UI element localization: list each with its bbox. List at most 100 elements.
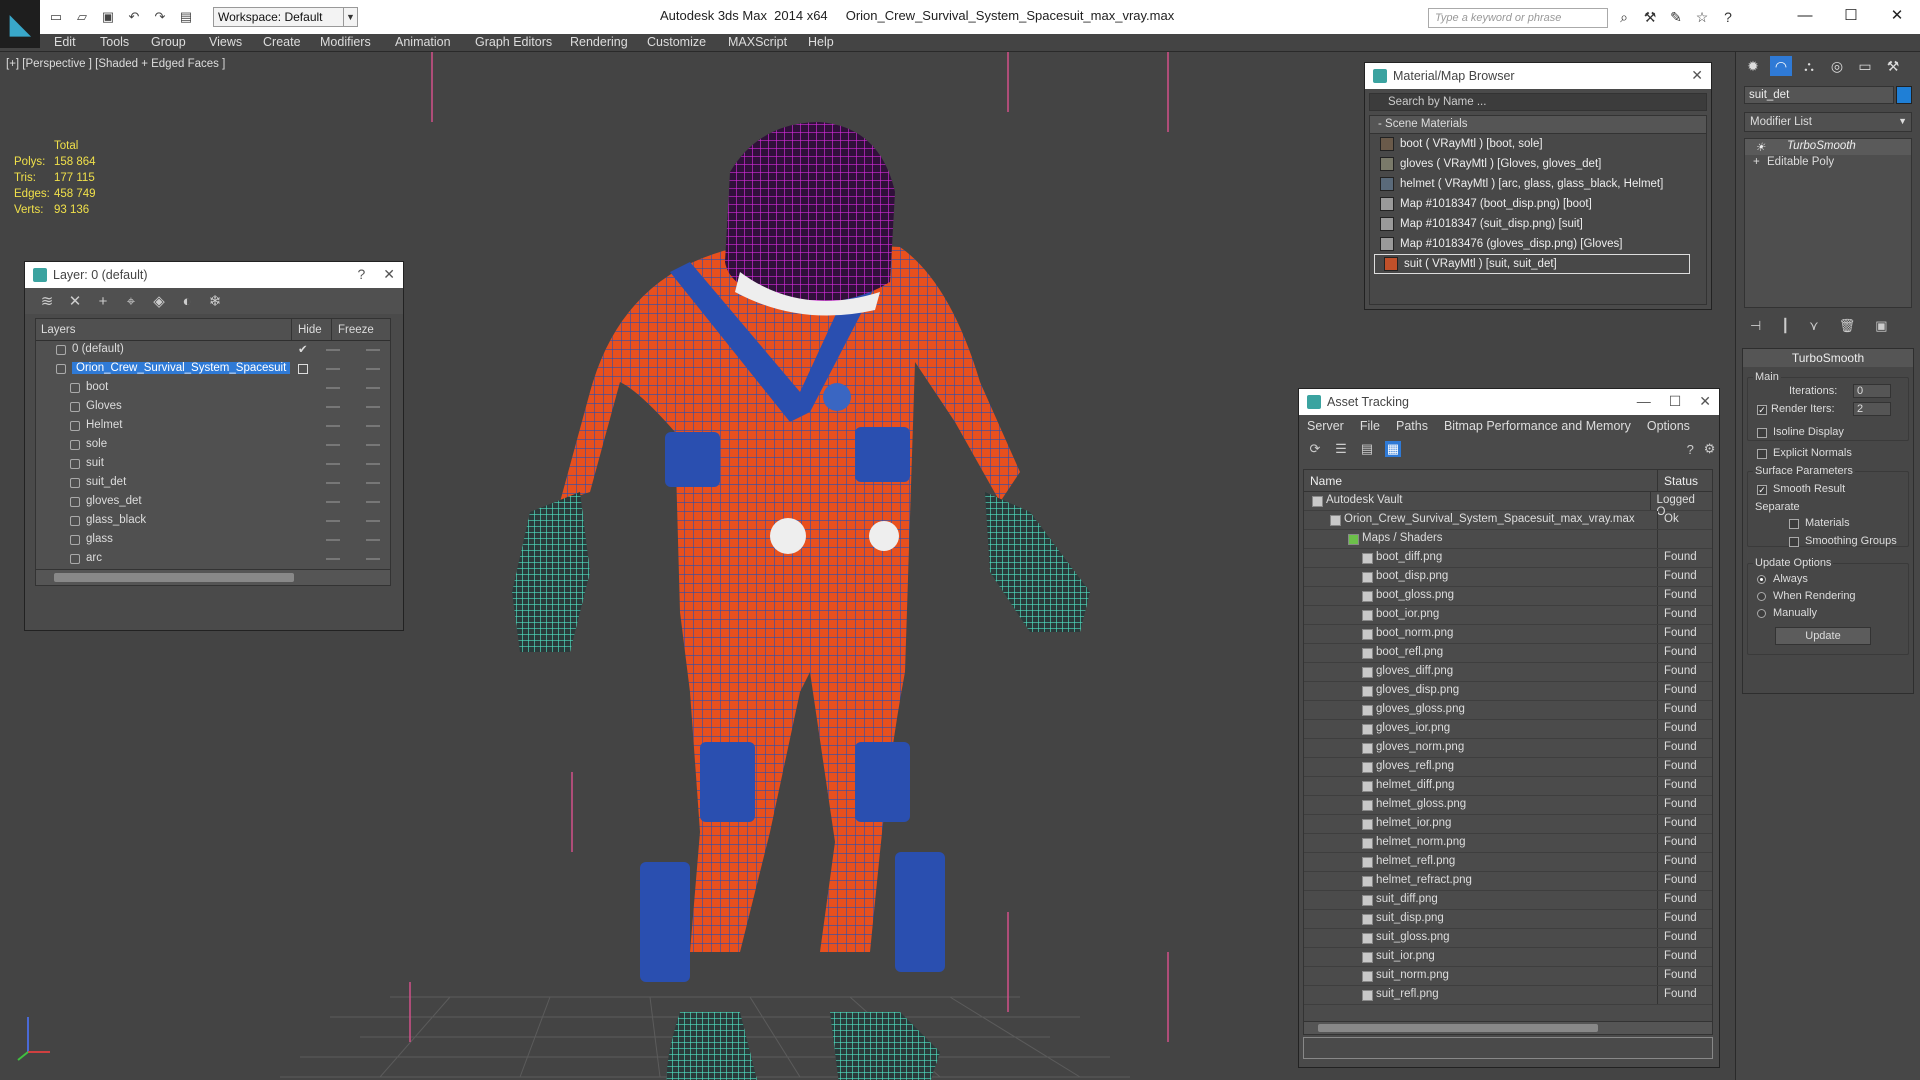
freeze-toggle[interactable]	[366, 406, 380, 408]
freeze-toggle[interactable]	[366, 482, 380, 484]
modifier-list-dropdown[interactable]: Modifier List ▼	[1744, 112, 1912, 132]
list-view-icon[interactable]: ☰	[1333, 441, 1349, 457]
subscription-icon[interactable]: ⚒	[1641, 8, 1659, 26]
hide-toggle[interactable]	[326, 539, 340, 541]
asset-row[interactable]: Maps / Shaders	[1304, 530, 1712, 549]
asset-row[interactable]: Autodesk Vault Logged O	[1304, 492, 1712, 518]
table-view-icon[interactable]: ▦	[1385, 441, 1401, 457]
manually-radio[interactable]	[1757, 609, 1766, 618]
layer-row[interactable]: sole	[36, 436, 390, 455]
material-item[interactable]: boot ( VRayMtl ) [boot, sole]	[1370, 134, 1706, 154]
close-icon[interactable]: ✕	[383, 266, 395, 283]
minimize-icon[interactable]: —	[1637, 393, 1651, 410]
hide-toggle[interactable]	[326, 387, 340, 389]
asset-row[interactable]: helmet_ior.png Found	[1304, 815, 1712, 834]
menu-graph-editors[interactable]: Graph Editors	[475, 35, 552, 49]
freeze-toggle[interactable]	[366, 539, 380, 541]
freeze-toggle[interactable]	[366, 368, 380, 370]
hide-toggle[interactable]	[326, 349, 340, 351]
layer-panel-titlebar[interactable]: Layer: 0 (default) ? ✕	[25, 262, 403, 288]
binoculars-icon[interactable]: ⌕	[1615, 8, 1633, 26]
freeze-toggle[interactable]	[366, 349, 380, 351]
freeze-toggle[interactable]	[366, 501, 380, 503]
hide-toggle[interactable]	[326, 482, 340, 484]
iterations-spinner[interactable]: 0	[1853, 384, 1891, 398]
asset-row[interactable]: suit_disp.png Found	[1304, 910, 1712, 929]
viewport-label[interactable]: [+] [Perspective ] [Shaded + Edged Faces…	[6, 58, 225, 70]
pin-stack-icon[interactable]: ⊣	[1750, 318, 1761, 334]
col-status[interactable]: Status	[1658, 470, 1704, 491]
help-icon[interactable]: ?	[1687, 441, 1694, 457]
help-icon[interactable]: ?	[1719, 8, 1737, 26]
asset-tracking-titlebar[interactable]: Asset Tracking — ☐ ✕	[1299, 389, 1719, 415]
hide-all-icon[interactable]: ◐	[179, 293, 195, 310]
asset-row[interactable]: boot_norm.png Found	[1304, 625, 1712, 644]
show-end-result-icon[interactable]: ┃	[1781, 318, 1789, 334]
asset-row[interactable]: gloves_gloss.png Found	[1304, 701, 1712, 720]
menu-file[interactable]: File	[1360, 419, 1380, 433]
refresh-icon[interactable]: ⟳	[1307, 441, 1323, 457]
hide-toggle[interactable]	[326, 463, 340, 465]
layer-row[interactable]: suit_det	[36, 474, 390, 493]
create-tab-icon[interactable]: ✹	[1742, 56, 1764, 76]
current-layer-checkbox[interactable]	[298, 364, 308, 374]
col-freeze[interactable]: Freeze	[332, 324, 374, 336]
layer-row[interactable]: gloves_det	[36, 493, 390, 512]
chevron-down-icon[interactable]: ▼	[343, 7, 357, 27]
maximize-icon[interactable]: ☐	[1669, 393, 1682, 410]
hierarchy-tab-icon[interactable]: ⛬	[1798, 56, 1820, 76]
layer-row[interactable]: suit	[36, 455, 390, 474]
hide-toggle[interactable]	[326, 444, 340, 446]
col-name[interactable]: Name	[1304, 470, 1658, 491]
asset-row[interactable]: boot_disp.png Found	[1304, 568, 1712, 587]
material-item[interactable]: helmet ( VRayMtl ) [arc, glass, glass_bl…	[1370, 174, 1706, 194]
modify-tab-icon[interactable]: ◠	[1770, 56, 1792, 76]
asset-path-field[interactable]	[1303, 1037, 1713, 1059]
select-objects-icon[interactable]: ⌖	[123, 293, 139, 310]
undo-icon[interactable]: ↶	[124, 8, 144, 26]
col-hide[interactable]: Hide	[292, 319, 332, 340]
menu-maxscript[interactable]: MAXScript	[728, 35, 787, 49]
always-radio[interactable]	[1757, 575, 1766, 584]
material-search-input[interactable]: Search by Name ...	[1369, 93, 1707, 111]
spacesuit-model[interactable]	[512, 122, 1090, 1080]
layer-row[interactable]: glass_black	[36, 512, 390, 531]
redo-icon[interactable]: ↷	[150, 8, 170, 26]
menu-animation[interactable]: Animation	[395, 35, 451, 49]
vault-icon[interactable]: ⚙	[1704, 441, 1716, 457]
remove-modifier-icon[interactable]: 🗑	[1839, 318, 1856, 334]
menu-modifiers[interactable]: Modifiers	[320, 35, 371, 49]
when-rendering-radio[interactable]	[1757, 592, 1766, 601]
favorites-star-icon[interactable]: ☆	[1693, 8, 1711, 26]
object-color-swatch[interactable]	[1896, 86, 1912, 104]
menu-options[interactable]: Options	[1647, 419, 1690, 433]
add-layer-icon[interactable]: +	[95, 293, 111, 310]
asset-row[interactable]: gloves_diff.png Found	[1304, 663, 1712, 682]
asset-row[interactable]: boot_refl.png Found	[1304, 644, 1712, 663]
maximize-icon[interactable]: ☐	[1828, 0, 1874, 30]
col-layers[interactable]: Layers	[36, 319, 292, 340]
layer-row[interactable]: Orion_Crew_Survival_System_Spacesuit	[36, 360, 390, 379]
menu-views[interactable]: Views	[209, 35, 242, 49]
freeze-toggle[interactable]	[366, 425, 380, 427]
hide-toggle[interactable]	[326, 406, 340, 408]
horizontal-scrollbar[interactable]	[36, 569, 390, 585]
asset-row[interactable]: gloves_disp.png Found	[1304, 682, 1712, 701]
new-file-icon[interactable]: ▭	[46, 8, 66, 26]
menu-create[interactable]: Create	[263, 35, 301, 49]
save-icon[interactable]: ▣	[98, 8, 118, 26]
freeze-toggle[interactable]	[366, 387, 380, 389]
menu-group[interactable]: Group	[151, 35, 186, 49]
highlight-layer-icon[interactable]: ◈	[151, 292, 167, 310]
asset-row[interactable]: suit_norm.png Found	[1304, 967, 1712, 986]
expand-plus-icon[interactable]: +	[1753, 156, 1760, 168]
layers-stack-icon[interactable]: ≋	[39, 292, 55, 310]
material-browser-titlebar[interactable]: Material/Map Browser ✕	[1365, 63, 1711, 89]
freeze-toggle[interactable]	[366, 463, 380, 465]
communication-icon[interactable]: ✎	[1667, 8, 1685, 26]
utilities-tab-icon[interactable]: ⚒	[1882, 56, 1904, 76]
isoline-display-checkbox[interactable]	[1757, 428, 1767, 438]
asset-row[interactable]: helmet_gloss.png Found	[1304, 796, 1712, 815]
close-icon[interactable]: ✕	[1874, 0, 1920, 30]
update-button[interactable]: Update	[1775, 627, 1871, 645]
